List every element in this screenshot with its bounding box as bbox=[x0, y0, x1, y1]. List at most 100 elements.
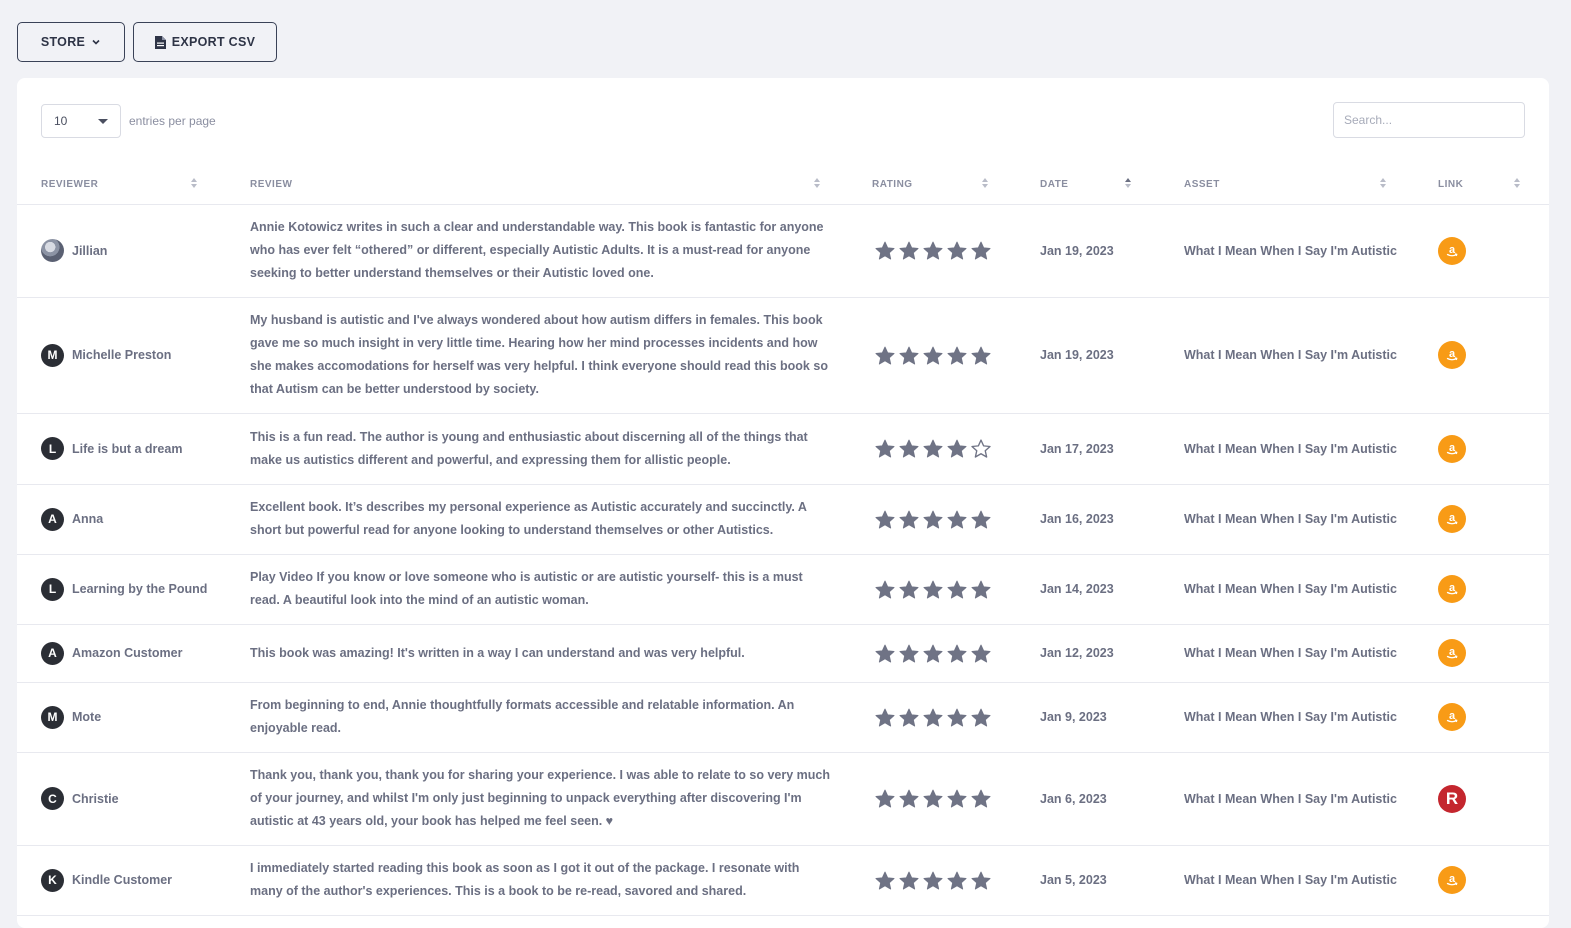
date-cell: Jan 12, 2023 bbox=[1040, 624, 1114, 682]
avatar: L bbox=[41, 437, 64, 460]
rating-stars bbox=[875, 204, 991, 297]
amazon-link[interactable]: a bbox=[1438, 703, 1466, 731]
reviewer-name: Anna bbox=[72, 512, 104, 526]
star-filled-icon bbox=[923, 871, 943, 889]
column-label: RATING bbox=[872, 178, 913, 190]
star-filled-icon bbox=[971, 510, 991, 528]
sort-icon[interactable] bbox=[814, 177, 822, 191]
avatar: A bbox=[41, 507, 64, 531]
star-filled-icon bbox=[899, 708, 919, 726]
star-filled-icon bbox=[923, 439, 943, 458]
rating-stars bbox=[875, 554, 991, 624]
star-filled-icon bbox=[923, 580, 943, 598]
svg-text:a: a bbox=[1449, 244, 1456, 256]
avatar: M bbox=[41, 343, 64, 367]
column-header-rating[interactable]: RATING bbox=[872, 164, 913, 204]
reviewer-name: Life is but a dream bbox=[72, 441, 183, 456]
link-cell: a bbox=[1438, 413, 1466, 484]
reviewer-cell: L Life is but a dream bbox=[41, 413, 182, 484]
store-dropdown-button[interactable]: STORE bbox=[17, 22, 125, 62]
date-cell: Jan 14, 2023 bbox=[1040, 554, 1114, 624]
table-row: Jillian Annie Kotowicz writes in such a … bbox=[17, 204, 1549, 298]
review-text: This book was amazing! It's written in a… bbox=[250, 645, 745, 660]
column-header-reviewer[interactable]: REVIEWER bbox=[41, 164, 98, 204]
svg-text:a: a bbox=[1449, 442, 1456, 454]
asset-title: What I Mean When I Say I'm Autistic bbox=[1184, 348, 1397, 362]
search-input[interactable] bbox=[1333, 102, 1525, 138]
store-button-label: STORE bbox=[40, 35, 86, 49]
amazon-icon: a bbox=[1446, 873, 1458, 886]
amazon-link[interactable]: a bbox=[1438, 575, 1466, 603]
amazon-icon: a bbox=[1446, 710, 1458, 723]
column-label: LINK bbox=[1438, 178, 1464, 190]
table-header: REVIEWER REVIEW RATING DATE ASSET LINK bbox=[17, 164, 1549, 205]
star-filled-icon bbox=[947, 644, 967, 662]
entries-per-page-select[interactable]: 10 bbox=[41, 104, 121, 138]
amazon-icon: a bbox=[1446, 348, 1458, 361]
link-cell: a bbox=[1438, 624, 1466, 682]
star-filled-icon bbox=[923, 789, 943, 808]
amazon-link[interactable]: a bbox=[1438, 434, 1466, 463]
asset-cell: What I Mean When I Say I'm Autistic bbox=[1184, 484, 1397, 554]
star-filled-icon bbox=[899, 346, 919, 364]
link-cell: a bbox=[1438, 554, 1466, 624]
column-header-link[interactable]: LINK bbox=[1438, 164, 1463, 204]
table-row: K Kindle Customer I immediately started … bbox=[17, 845, 1549, 916]
photo-avatar bbox=[41, 239, 64, 262]
amazon-link[interactable]: a bbox=[1438, 866, 1466, 894]
amazon-link[interactable]: a bbox=[1438, 639, 1466, 667]
reviewer-cell: A Anna bbox=[41, 484, 103, 554]
svg-text:a: a bbox=[1449, 348, 1456, 360]
table-row: A Anna Excellent book. It’s describes my… bbox=[17, 484, 1549, 555]
star-filled-icon bbox=[971, 789, 991, 808]
table-row: A Amazon Customer This book was amazing!… bbox=[17, 624, 1549, 683]
sort-icon[interactable] bbox=[1514, 177, 1522, 191]
date-cell: Jan 19, 2023 bbox=[1040, 297, 1114, 413]
star-filled-icon bbox=[875, 708, 895, 726]
star-filled-icon bbox=[899, 241, 919, 260]
rating-stars bbox=[875, 624, 991, 682]
reviews-card: 10 entries per page REVIEWER REVIEW RATI… bbox=[17, 78, 1549, 928]
amazon-icon: a bbox=[1446, 646, 1458, 659]
star-filled-icon bbox=[971, 871, 991, 889]
review-cell: Play Video If you know or love someone w… bbox=[250, 554, 830, 624]
reviewer-name: Learning by the Pound bbox=[72, 582, 208, 596]
amazon-link[interactable]: a bbox=[1438, 505, 1466, 533]
caret-down-icon bbox=[98, 118, 108, 124]
sort-icon[interactable] bbox=[1125, 177, 1133, 191]
file-icon bbox=[154, 35, 166, 49]
date-cell: Jan 5, 2023 bbox=[1040, 845, 1107, 915]
asset-title: What I Mean When I Say I'm Autistic bbox=[1184, 646, 1397, 660]
export-csv-button[interactable]: EXPORT CSV bbox=[133, 22, 277, 62]
link-cell: a bbox=[1438, 845, 1466, 915]
reviewer-cell: Jillian bbox=[41, 204, 107, 297]
reviewer-name: Christie bbox=[72, 791, 119, 806]
star-filled-icon bbox=[875, 644, 895, 662]
svg-text:a: a bbox=[1449, 646, 1456, 658]
review-text: I immediately started reading this book … bbox=[250, 861, 800, 898]
review-text: Annie Kotowicz writes in such a clear an… bbox=[250, 220, 824, 280]
star-filled-icon bbox=[923, 510, 943, 528]
sort-icon[interactable] bbox=[1380, 177, 1388, 191]
rakuten-link[interactable]: R bbox=[1438, 784, 1466, 813]
link-cell: R bbox=[1438, 752, 1466, 845]
review-cell: From beginning to end, Annie thoughtfull… bbox=[250, 682, 830, 752]
svg-text:a: a bbox=[1449, 710, 1456, 722]
sort-icon[interactable] bbox=[191, 177, 199, 191]
amazon-link[interactable]: a bbox=[1438, 341, 1466, 369]
sort-icon[interactable] bbox=[982, 177, 990, 191]
reviewer-cell: L Learning by the Pound bbox=[41, 554, 207, 624]
column-header-asset[interactable]: ASSET bbox=[1184, 164, 1220, 204]
asset-cell: What I Mean When I Say I'm Autistic bbox=[1184, 204, 1397, 297]
amazon-link[interactable]: a bbox=[1438, 236, 1466, 265]
review-date: Jan 5, 2023 bbox=[1040, 873, 1107, 887]
review-cell: I immediately started reading this book … bbox=[250, 845, 830, 915]
column-header-date[interactable]: DATE bbox=[1040, 164, 1068, 204]
reviewer-cell: K Kindle Customer bbox=[41, 845, 172, 915]
column-header-review[interactable]: REVIEW bbox=[250, 164, 292, 204]
date-cell: Jan 19, 2023 bbox=[1040, 204, 1114, 297]
reviewer-name: Mote bbox=[72, 710, 102, 724]
date-cell: Jan 9, 2023 bbox=[1040, 682, 1107, 752]
rating-stars bbox=[875, 413, 991, 484]
svg-text:a: a bbox=[1449, 873, 1456, 885]
